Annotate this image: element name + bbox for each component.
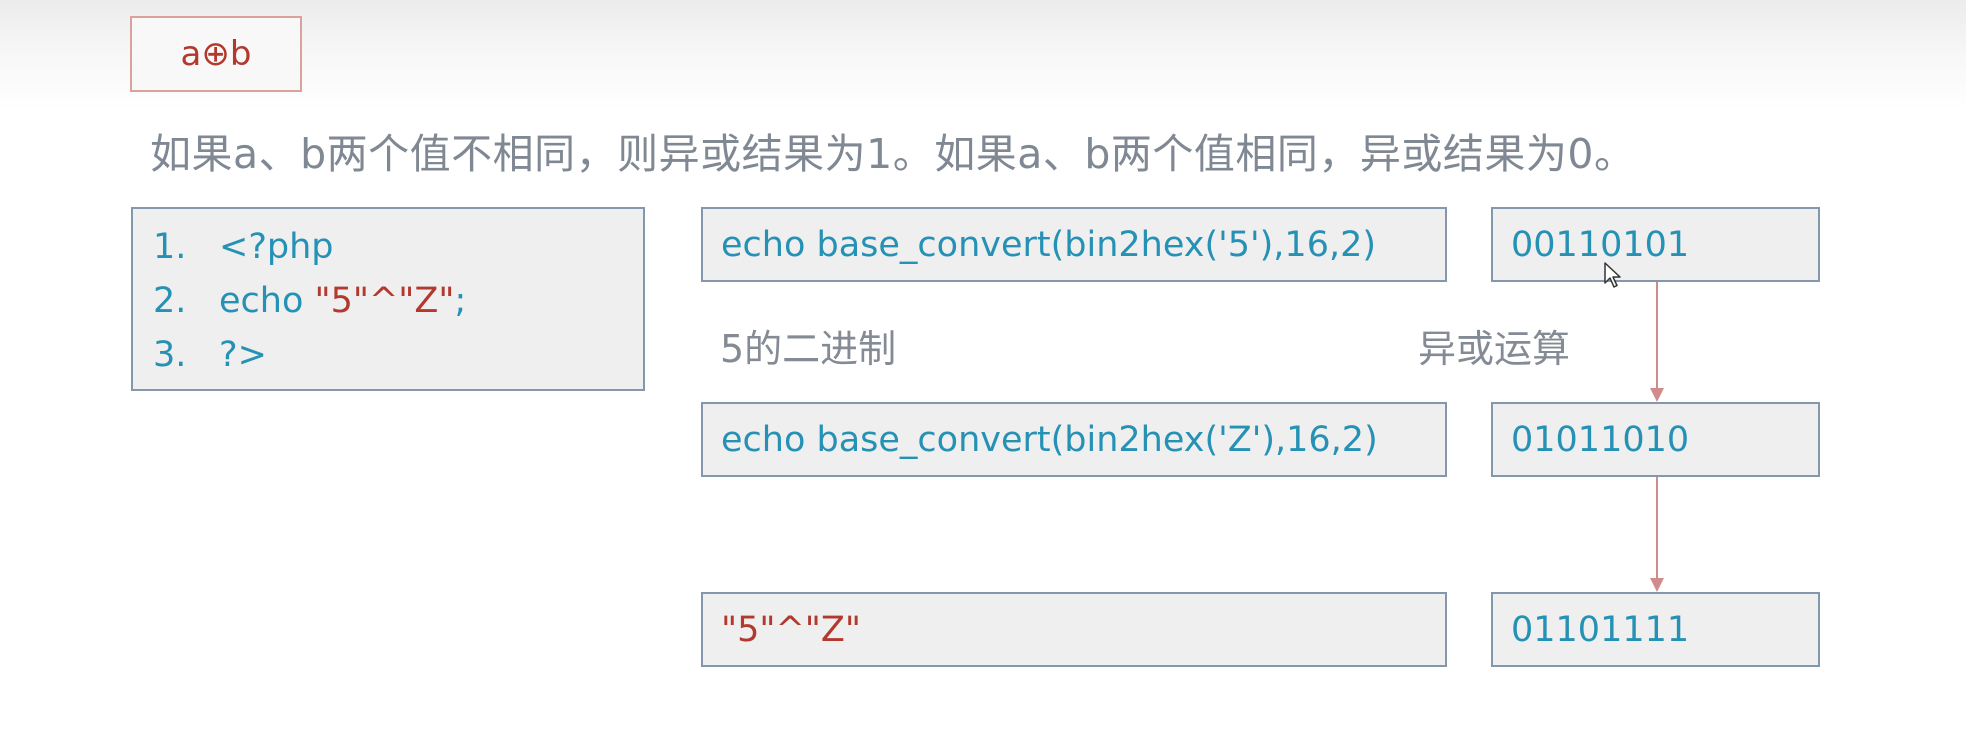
arrow-down-icon [1650, 282, 1664, 402]
cursor-pointer-icon [1604, 262, 1621, 288]
arrows-layer [1650, 282, 1664, 592]
arrow-down-icon [1650, 477, 1664, 592]
